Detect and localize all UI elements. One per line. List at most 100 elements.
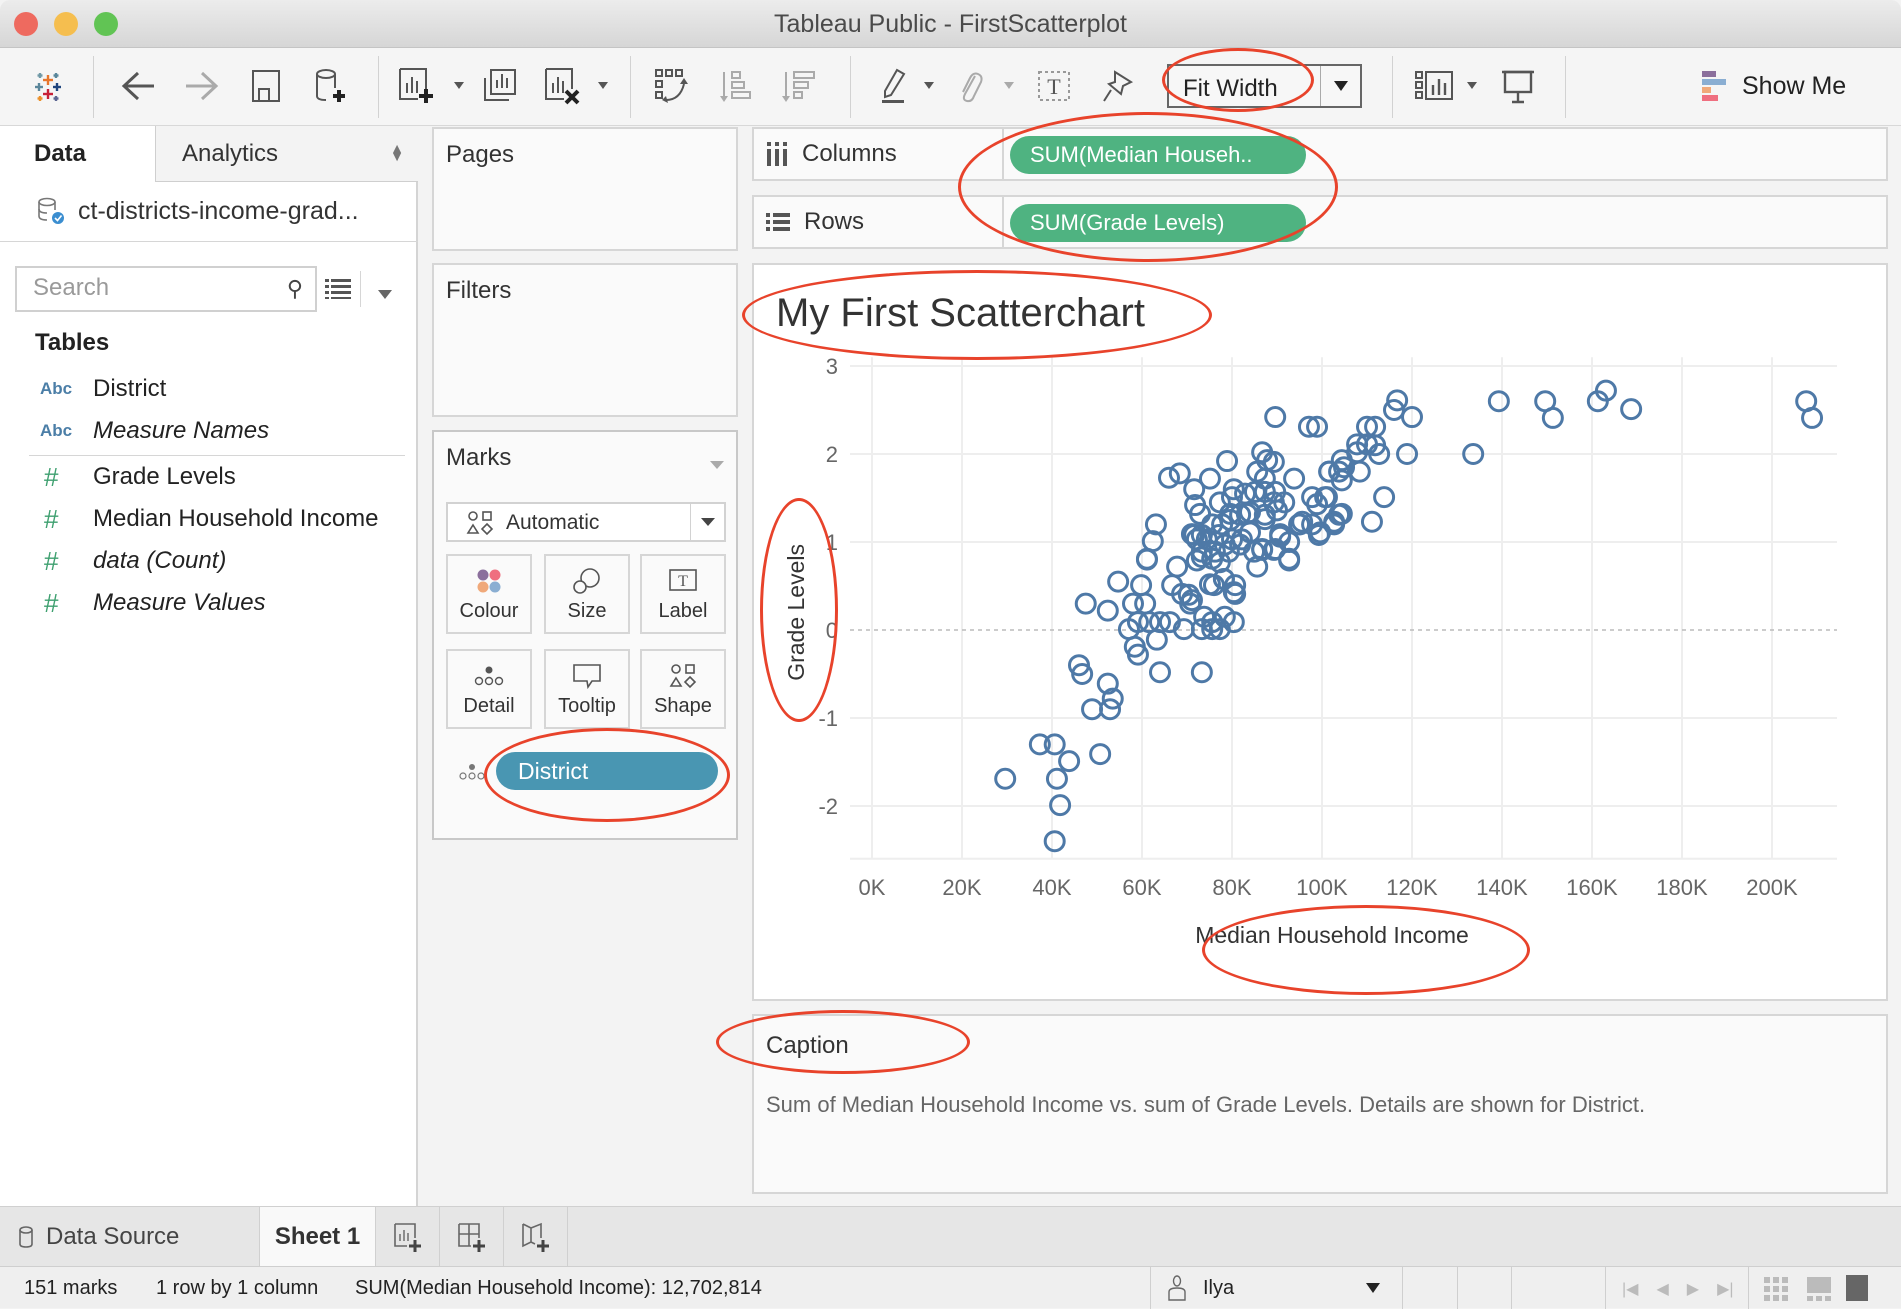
clear-sheet-icon[interactable] xyxy=(542,66,582,106)
previous-sheet-icon[interactable]: ◀ xyxy=(1656,1279,1668,1299)
field-grade-levels[interactable]: # Grade Levels xyxy=(0,457,418,497)
scatter-point[interactable] xyxy=(1190,661,1213,684)
caption-panel[interactable]: Caption Sum of Median Household Income v… xyxy=(752,1014,1888,1194)
new-worksheet-icon[interactable] xyxy=(396,66,436,106)
caret-down-icon[interactable] xyxy=(378,286,392,304)
scatter-point[interactable] xyxy=(1089,743,1112,766)
user-select[interactable]: Ilya xyxy=(1150,1267,1403,1309)
highlight-icon[interactable] xyxy=(874,66,914,106)
scatter-point[interactable] xyxy=(1043,830,1066,853)
new-dashboard-tab-button[interactable] xyxy=(440,1207,504,1267)
scatter-point[interactable] xyxy=(1081,698,1104,721)
show-mark-labels-icon[interactable]: T xyxy=(1034,66,1074,106)
scatter-point[interactable] xyxy=(1166,555,1189,578)
chevron-down-icon[interactable] xyxy=(1320,66,1360,106)
tooltip-button[interactable]: Tooltip xyxy=(544,649,630,729)
chevron-down-icon[interactable] xyxy=(690,504,724,540)
forward-icon[interactable] xyxy=(182,66,222,106)
columns-pill-median-household-income[interactable]: SUM(Median Househ.. xyxy=(1010,136,1306,174)
new-story-tab-button[interactable] xyxy=(504,1207,568,1267)
y-axis-title[interactable]: Grade Levels xyxy=(783,544,809,681)
scatter-point[interactable] xyxy=(1074,592,1097,615)
field-measure-names[interactable]: Abc Measure Names xyxy=(0,411,418,451)
colour-button[interactable]: Colour xyxy=(446,554,532,634)
scatter-point[interactable] xyxy=(1168,462,1191,485)
show-me-button[interactable]: Show Me xyxy=(1700,66,1846,106)
scatter-point[interactable] xyxy=(1283,467,1306,490)
scatter-point[interactable] xyxy=(1360,510,1383,533)
size-icon xyxy=(573,568,600,594)
scatter-point[interactable] xyxy=(1801,406,1824,429)
search-field[interactable]: ⚲ xyxy=(15,266,317,312)
show-filmstrip-icon[interactable] xyxy=(1807,1277,1831,1301)
tableau-logo-icon[interactable] xyxy=(28,66,68,106)
list-view-icon[interactable] xyxy=(325,276,351,305)
scatter-point[interactable] xyxy=(994,767,1017,790)
data-source-item[interactable]: ct-districts-income-grad... xyxy=(36,196,359,226)
chart-title[interactable]: My First Scatterchart xyxy=(776,291,1145,336)
scatter-point[interactable] xyxy=(1620,398,1643,421)
x-axis-title[interactable]: Median Household Income xyxy=(1195,922,1469,948)
scatter-chart[interactable]: 0K 20K 40K 60K 80K 100K 120K 140K 160K 180K 200K 3 2… xyxy=(754,265,1886,999)
pages-card[interactable]: Pages xyxy=(432,127,738,251)
first-sheet-icon[interactable]: |◀ xyxy=(1622,1279,1638,1299)
scatter-point[interactable] xyxy=(1096,599,1119,622)
detail-button[interactable]: Detail xyxy=(446,649,532,729)
scatter-point[interactable] xyxy=(1045,767,1068,790)
scatter-point[interactable] xyxy=(1149,661,1171,684)
new-data-source-icon[interactable] xyxy=(310,66,350,106)
search-icon[interactable]: ⚲ xyxy=(287,276,303,302)
filters-card[interactable]: Filters xyxy=(432,263,738,417)
field-measure-values[interactable]: # Measure Values xyxy=(0,583,418,623)
last-sheet-icon[interactable]: ▶| xyxy=(1717,1279,1733,1299)
swap-rows-columns-icon[interactable] xyxy=(652,66,692,106)
district-detail-pill[interactable]: District xyxy=(496,752,718,790)
rows-shelf[interactable]: Rows SUM(Grade Levels) xyxy=(752,195,1888,249)
size-button[interactable]: Size xyxy=(544,554,630,634)
field-district[interactable]: Abc District xyxy=(0,369,418,409)
show-tabs-icon[interactable] xyxy=(1846,1275,1868,1301)
group-members-icon[interactable] xyxy=(950,66,990,106)
scatter-point[interactable] xyxy=(1158,466,1180,489)
scatter-point[interactable] xyxy=(1541,406,1564,429)
scatter-point[interactable] xyxy=(1487,390,1510,413)
scatter-point[interactable] xyxy=(1145,628,1168,651)
tab-data-source[interactable]: Data Source xyxy=(0,1207,260,1267)
back-icon[interactable] xyxy=(118,66,158,106)
label-button[interactable]: T Label xyxy=(640,554,726,634)
scatter-point[interactable] xyxy=(1373,486,1396,509)
tab-data[interactable]: Data xyxy=(0,126,155,182)
field-data-count[interactable]: # data (Count) xyxy=(0,541,418,581)
show-cards-icon[interactable] xyxy=(1414,66,1454,106)
fix-axes-icon[interactable] xyxy=(1098,66,1138,106)
scatter-point[interactable] xyxy=(1135,547,1158,570)
presentation-mode-icon[interactable] xyxy=(1498,66,1538,106)
search-input[interactable] xyxy=(33,268,283,308)
fit-width-select[interactable]: Fit Width xyxy=(1167,64,1362,108)
field-median-household-income[interactable]: # Median Household Income xyxy=(0,499,418,539)
rows-pill-grade-levels[interactable]: SUM(Grade Levels) xyxy=(1010,204,1306,242)
scatter-point[interactable] xyxy=(1264,406,1287,429)
show-sheet-sorter-icon[interactable] xyxy=(1764,1277,1788,1301)
next-sheet-icon[interactable]: ▶ xyxy=(1687,1279,1699,1299)
new-worksheet-dropdown[interactable] xyxy=(454,82,464,89)
marks-menu-caret-icon[interactable] xyxy=(710,456,724,474)
highlight-dropdown[interactable] xyxy=(924,82,934,89)
shape-button[interactable]: Shape xyxy=(640,649,726,729)
group-members-dropdown[interactable] xyxy=(1004,82,1014,89)
new-worksheet-tab-button[interactable] xyxy=(376,1207,440,1267)
save-icon[interactable] xyxy=(246,66,286,106)
scatter-point[interactable] xyxy=(1134,592,1157,615)
mark-type-select[interactable]: Automatic xyxy=(446,502,726,542)
tab-sheet-1[interactable]: Sheet 1 xyxy=(260,1207,376,1267)
scatter-point[interactable] xyxy=(1058,750,1081,773)
duplicate-sheet-icon[interactable] xyxy=(480,66,520,106)
sort-descending-icon[interactable] xyxy=(778,66,818,106)
columns-shelf[interactable]: Columns SUM(Median Househ.. xyxy=(752,127,1888,181)
shapes-icon xyxy=(466,511,494,536)
show-cards-dropdown[interactable] xyxy=(1467,82,1477,89)
clear-sheet-dropdown[interactable] xyxy=(598,82,608,89)
sort-ascending-icon[interactable] xyxy=(716,66,756,106)
tab-analytics[interactable]: Analytics ▲ ▼ xyxy=(155,126,418,182)
scatter-point[interactable] xyxy=(1107,570,1130,593)
